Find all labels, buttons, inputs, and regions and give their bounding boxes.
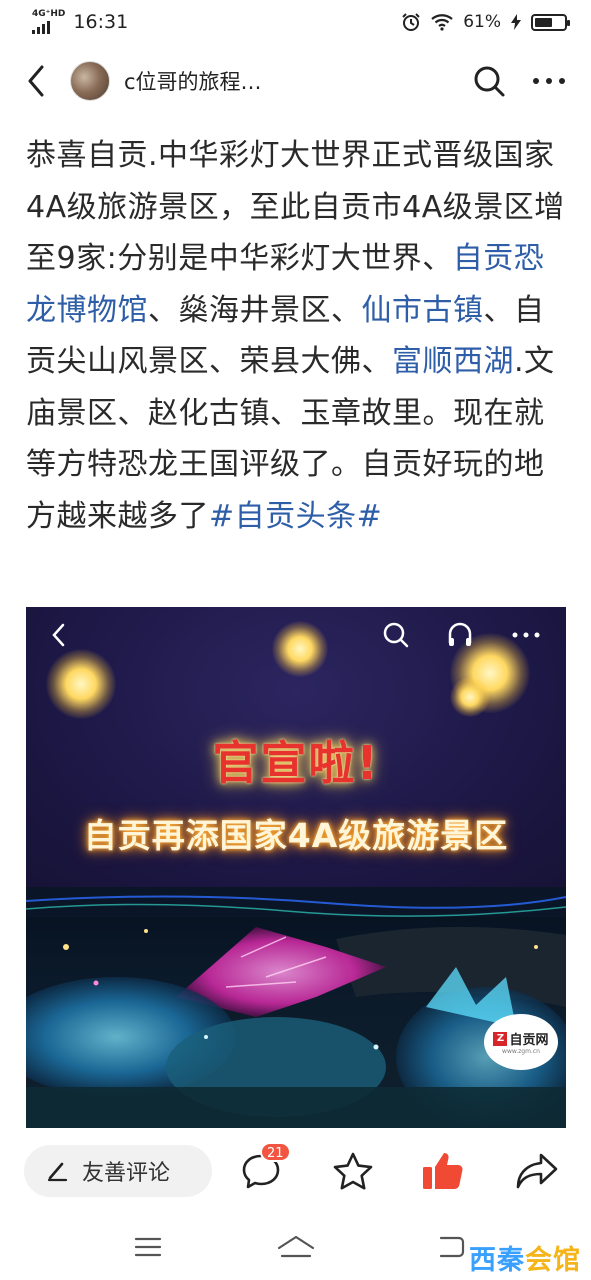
night-sky-background: 官宣啦! 自贡再添国家4A级旅游景区 [26,607,566,887]
embedded-nav-bar [26,613,566,657]
embedded-headphones-icon [442,617,478,653]
site-watermark: 西秦会馆 [469,1238,581,1277]
top-bar: c位哥的旅程… [0,50,591,112]
battery-percent: 61% [463,12,501,32]
charging-icon [511,14,521,30]
comment-input[interactable]: 友善评论 [24,1145,212,1197]
comment-placeholder: 友善评论 [82,1161,171,1186]
wifi-icon [431,14,453,31]
menu-button[interactable] [128,1230,168,1264]
share-button[interactable] [512,1146,562,1196]
pen-icon [47,1162,68,1182]
return-icon [439,1236,465,1258]
avatar[interactable] [70,61,110,101]
system-nav-bar: 西秦会馆 [0,1214,591,1280]
site-watermark-part2: 会馆 [525,1245,581,1276]
comments-button[interactable]: 21 [236,1142,291,1196]
article-link[interactable]: #自贡头条# [209,499,382,534]
article-link[interactable]: 仙市古镇 [362,293,484,328]
home-icon [277,1235,315,1258]
channel-name[interactable]: c位哥的旅程… [124,66,451,96]
home-button[interactable] [276,1230,316,1264]
search-icon [474,66,505,97]
chevron-left-icon [28,65,44,97]
clock: 16:31 [73,11,129,33]
back-button[interactable] [20,61,52,101]
favorite-button[interactable] [328,1146,378,1196]
alarm-icon [402,13,420,31]
thumbs-up-icon [423,1153,463,1189]
embedded-back-icon [40,617,76,653]
system-back-button[interactable] [430,1230,470,1264]
comment-count-badge: 21 [260,1142,291,1162]
battery-icon [531,13,570,31]
lantern-glow [450,677,490,717]
search-button[interactable] [467,59,511,103]
source-logo: Z 自贡网 www.zgm.cn [484,1014,558,1070]
lantern-glow [46,649,116,719]
network-type: 4G⁺HD [32,9,66,19]
embedded-search-icon [378,617,414,653]
menu-icon [134,1237,162,1257]
status-bar: 4G⁺HD 16:31 61% [0,0,591,44]
article-text: 、燊海井景区、 [148,292,362,328]
source-logo-text: 自贡网 [509,1033,549,1048]
image-headline: 官宣啦! [212,736,380,790]
embedded-more-icon [508,617,544,653]
more-icon [533,78,565,84]
post-image[interactable]: 官宣啦! 自贡再添国家4A级旅游景区 Z 自贡网 www.zgm.cn [26,607,566,1128]
lantern-scene-art [26,887,566,1128]
source-logo-url: www.zgm.cn [502,1048,540,1055]
share-icon [516,1153,558,1189]
star-icon [333,1152,373,1190]
site-watermark-part1: 西秦 [469,1245,525,1276]
like-button[interactable] [418,1146,468,1196]
signal-icon: 4G⁺HD [32,10,65,34]
action-bar: 友善评论 21 [0,1140,591,1202]
image-subheadline: 自贡再添国家4A级旅游景区 [83,816,509,855]
more-button[interactable] [527,59,571,103]
article-link[interactable]: 富顺西湖 [392,344,514,379]
lantern-festival-scene: Z 自贡网 www.zgm.cn [26,887,566,1128]
post-body: 恭喜自贡.中华彩灯大世界正式晋级国家4A级旅游景区，至此自贡市4A级景区增至9家… [26,130,571,542]
